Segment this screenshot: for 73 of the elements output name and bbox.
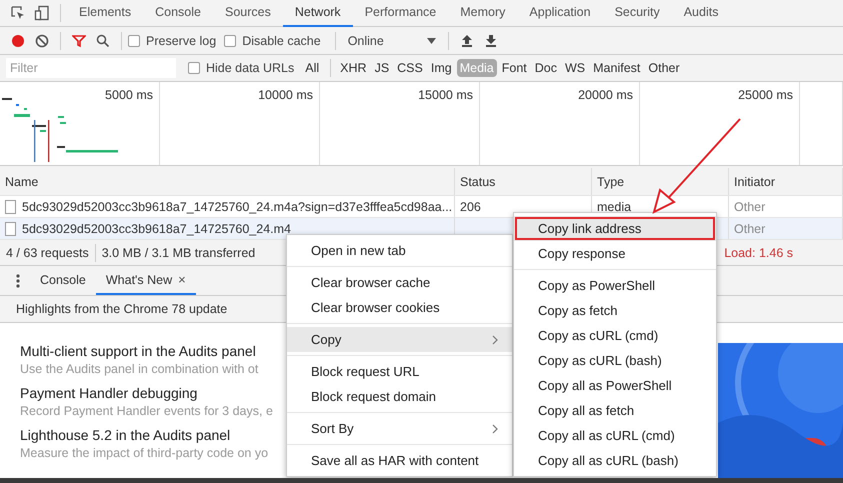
type-filter-button[interactable]: Font [498,59,530,77]
time-tick: 10000 ms [258,88,313,102]
table-cell: 206 [460,200,481,214]
time-tick: 25000 ms [738,88,793,102]
type-filter-button[interactable]: Other [645,59,683,77]
type-filter-button[interactable]: Doc [532,59,560,77]
menu-item[interactable]: Save all as HAR with content [287,448,512,473]
panel-tab[interactable]: Application [517,0,603,26]
panel-tab[interactable]: Elements [67,0,144,26]
time-tick: 15000 ms [418,88,473,102]
menu-item[interactable]: Copy link address [514,216,716,241]
table-cell: Other [734,222,766,236]
panel-tab[interactable]: Memory [448,0,518,26]
file-icon [5,200,16,214]
table-cell: 5dc93029d52003cc3b9618a7_14725760_24.m4a?sign=d37e3fffea5cd98aa... [22,200,452,214]
type-filter-button[interactable]: All [302,59,322,77]
type-filter-button[interactable]: XHR [337,59,370,77]
filter-field[interactable]: Filter [6,58,176,78]
checkbox[interactable]: Hide data URLs [188,61,294,75]
panel-tab[interactable]: Console [143,0,213,26]
record-icon[interactable] [11,34,25,48]
panel-tab[interactable]: Audits [672,0,730,26]
menu-item[interactable]: Copy as cURL (bash) [514,348,716,373]
menu-item[interactable]: Open in new tab [287,238,512,263]
menu-item[interactable]: Copy all as PowerShell [514,373,716,398]
menu-item[interactable]: Copy as cURL (cmd) [514,323,716,348]
column-header[interactable]: Name [5,174,38,188]
menu-item[interactable]: Copy all as cURL (cmd) [514,423,716,448]
menu-item[interactable]: Copy response [514,241,716,266]
request-count: 4 / 63 requests [6,246,89,260]
type-filter-button[interactable]: WS [562,59,588,77]
column-header[interactable]: Status [460,174,496,188]
drawer-tab[interactable]: Console [30,266,96,295]
type-filter-button[interactable]: JS [372,59,392,77]
panel-tab[interactable]: Performance [352,0,448,26]
checkbox[interactable]: Disable cache [224,34,321,48]
drawer-heading: Highlights from the Chrome 78 update [15,302,228,316]
feature-description: Use the Audits panel in combination with ot [20,362,258,376]
feature-description: Measure the impact of third-party code on yo [20,446,268,460]
panel-tab[interactable]: Sources [212,0,283,26]
table-cell: Other [734,200,766,214]
menu-item[interactable]: Clear browser cookies [287,295,512,320]
type-filter-button[interactable]: CSS [394,59,426,77]
table-cell: 5dc93029d52003cc3b9618a7_14725760_24.m4 [22,222,292,236]
panel-tab[interactable]: Security [602,0,672,26]
feature-title[interactable]: Payment Handler debugging [20,385,198,401]
caret-icon [426,38,436,44]
menu-item[interactable]: Sort By [287,416,512,441]
feature-title[interactable]: Multi-client support in the Audits panel [20,343,256,359]
checkbox[interactable]: Preserve log [128,34,216,48]
load-time: Load: 1.46 s [724,246,793,260]
time-tick: 20000 ms [578,88,633,102]
menu-item[interactable]: Block request domain [287,384,512,409]
time-tick: 5000 ms [105,88,153,102]
feature-description: Record Payment Handler events for 3 days, e [20,404,273,418]
menu-item[interactable]: Copy as PowerShell [514,273,716,298]
menu-item[interactable]: Block request URL [287,359,512,384]
feature-title[interactable]: Lighthouse 5.2 in the Audits panel [20,427,230,443]
column-header[interactable]: Type [597,174,624,188]
menu-item[interactable]: Copy all as cURL (bash) [514,448,716,473]
menu-item[interactable]: Copy all as fetch [514,398,716,423]
type-filter-button[interactable]: Manifest [590,59,644,77]
transferred-size: 3.0 MB / 3.1 MB transferred [102,246,256,260]
chevron-right-icon [492,334,498,344]
chevron-right-icon [492,424,498,434]
menu-item[interactable]: Copy [287,327,512,352]
menu-item[interactable]: Clear browser cache [287,270,512,295]
column-header[interactable]: Initiator [734,174,775,188]
menu-item[interactable]: Copy as fetch [514,298,716,323]
file-icon [5,222,16,236]
throttling-select[interactable]: Online [342,34,442,48]
type-filter-button[interactable]: Img [428,59,455,77]
table-cell: media [597,200,632,214]
